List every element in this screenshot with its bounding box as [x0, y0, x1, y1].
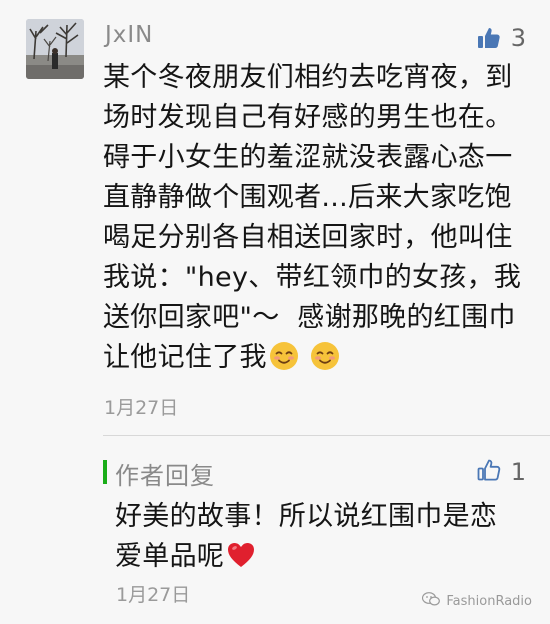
reply-like-count: 1 [510, 458, 526, 486]
reply-date: 1月27日 [116, 584, 191, 606]
avatar-photo [26, 19, 84, 79]
reply-text: 好美的故事！所以说红围巾是恋 爱单品呢 [115, 497, 515, 577]
reply-body: 好美的故事！所以说红围巾是恋 爱单品呢 [115, 501, 498, 572]
comment-text: 某个冬夜朋友们相约去吃宵夜，到 场时发现自己有好感的男生也在。 碍于小女生的羞涩… [103, 58, 531, 378]
thumbs-up-outline-icon [477, 458, 501, 486]
smiling-face-emoji-icon [269, 342, 298, 370]
reply-like-button[interactable]: 1 [477, 458, 526, 486]
comment-body: 某个冬夜朋友们相约去吃宵夜，到 场时发现自己有好感的男生也在。 碍于小女生的羞涩… [103, 62, 522, 373]
comment-username[interactable]: JxIN [105, 22, 153, 48]
red-heart-emoji-icon [228, 543, 255, 567]
reply-indicator-bar [103, 460, 107, 484]
comment-like-count: 3 [510, 24, 526, 52]
watermark-text: FashionRadio [446, 593, 532, 609]
watermark: FashionRadio [422, 592, 532, 610]
comment-date: 1月27日 [104, 397, 179, 419]
reply-label: 作者回复 [115, 462, 215, 490]
thumbs-up-icon [477, 26, 501, 50]
comment-like-button[interactable]: 3 [477, 24, 526, 52]
divider [103, 435, 550, 436]
smiling-face-emoji-icon [310, 342, 339, 370]
user-avatar[interactable] [26, 19, 84, 79]
wechat-icon [422, 592, 441, 610]
